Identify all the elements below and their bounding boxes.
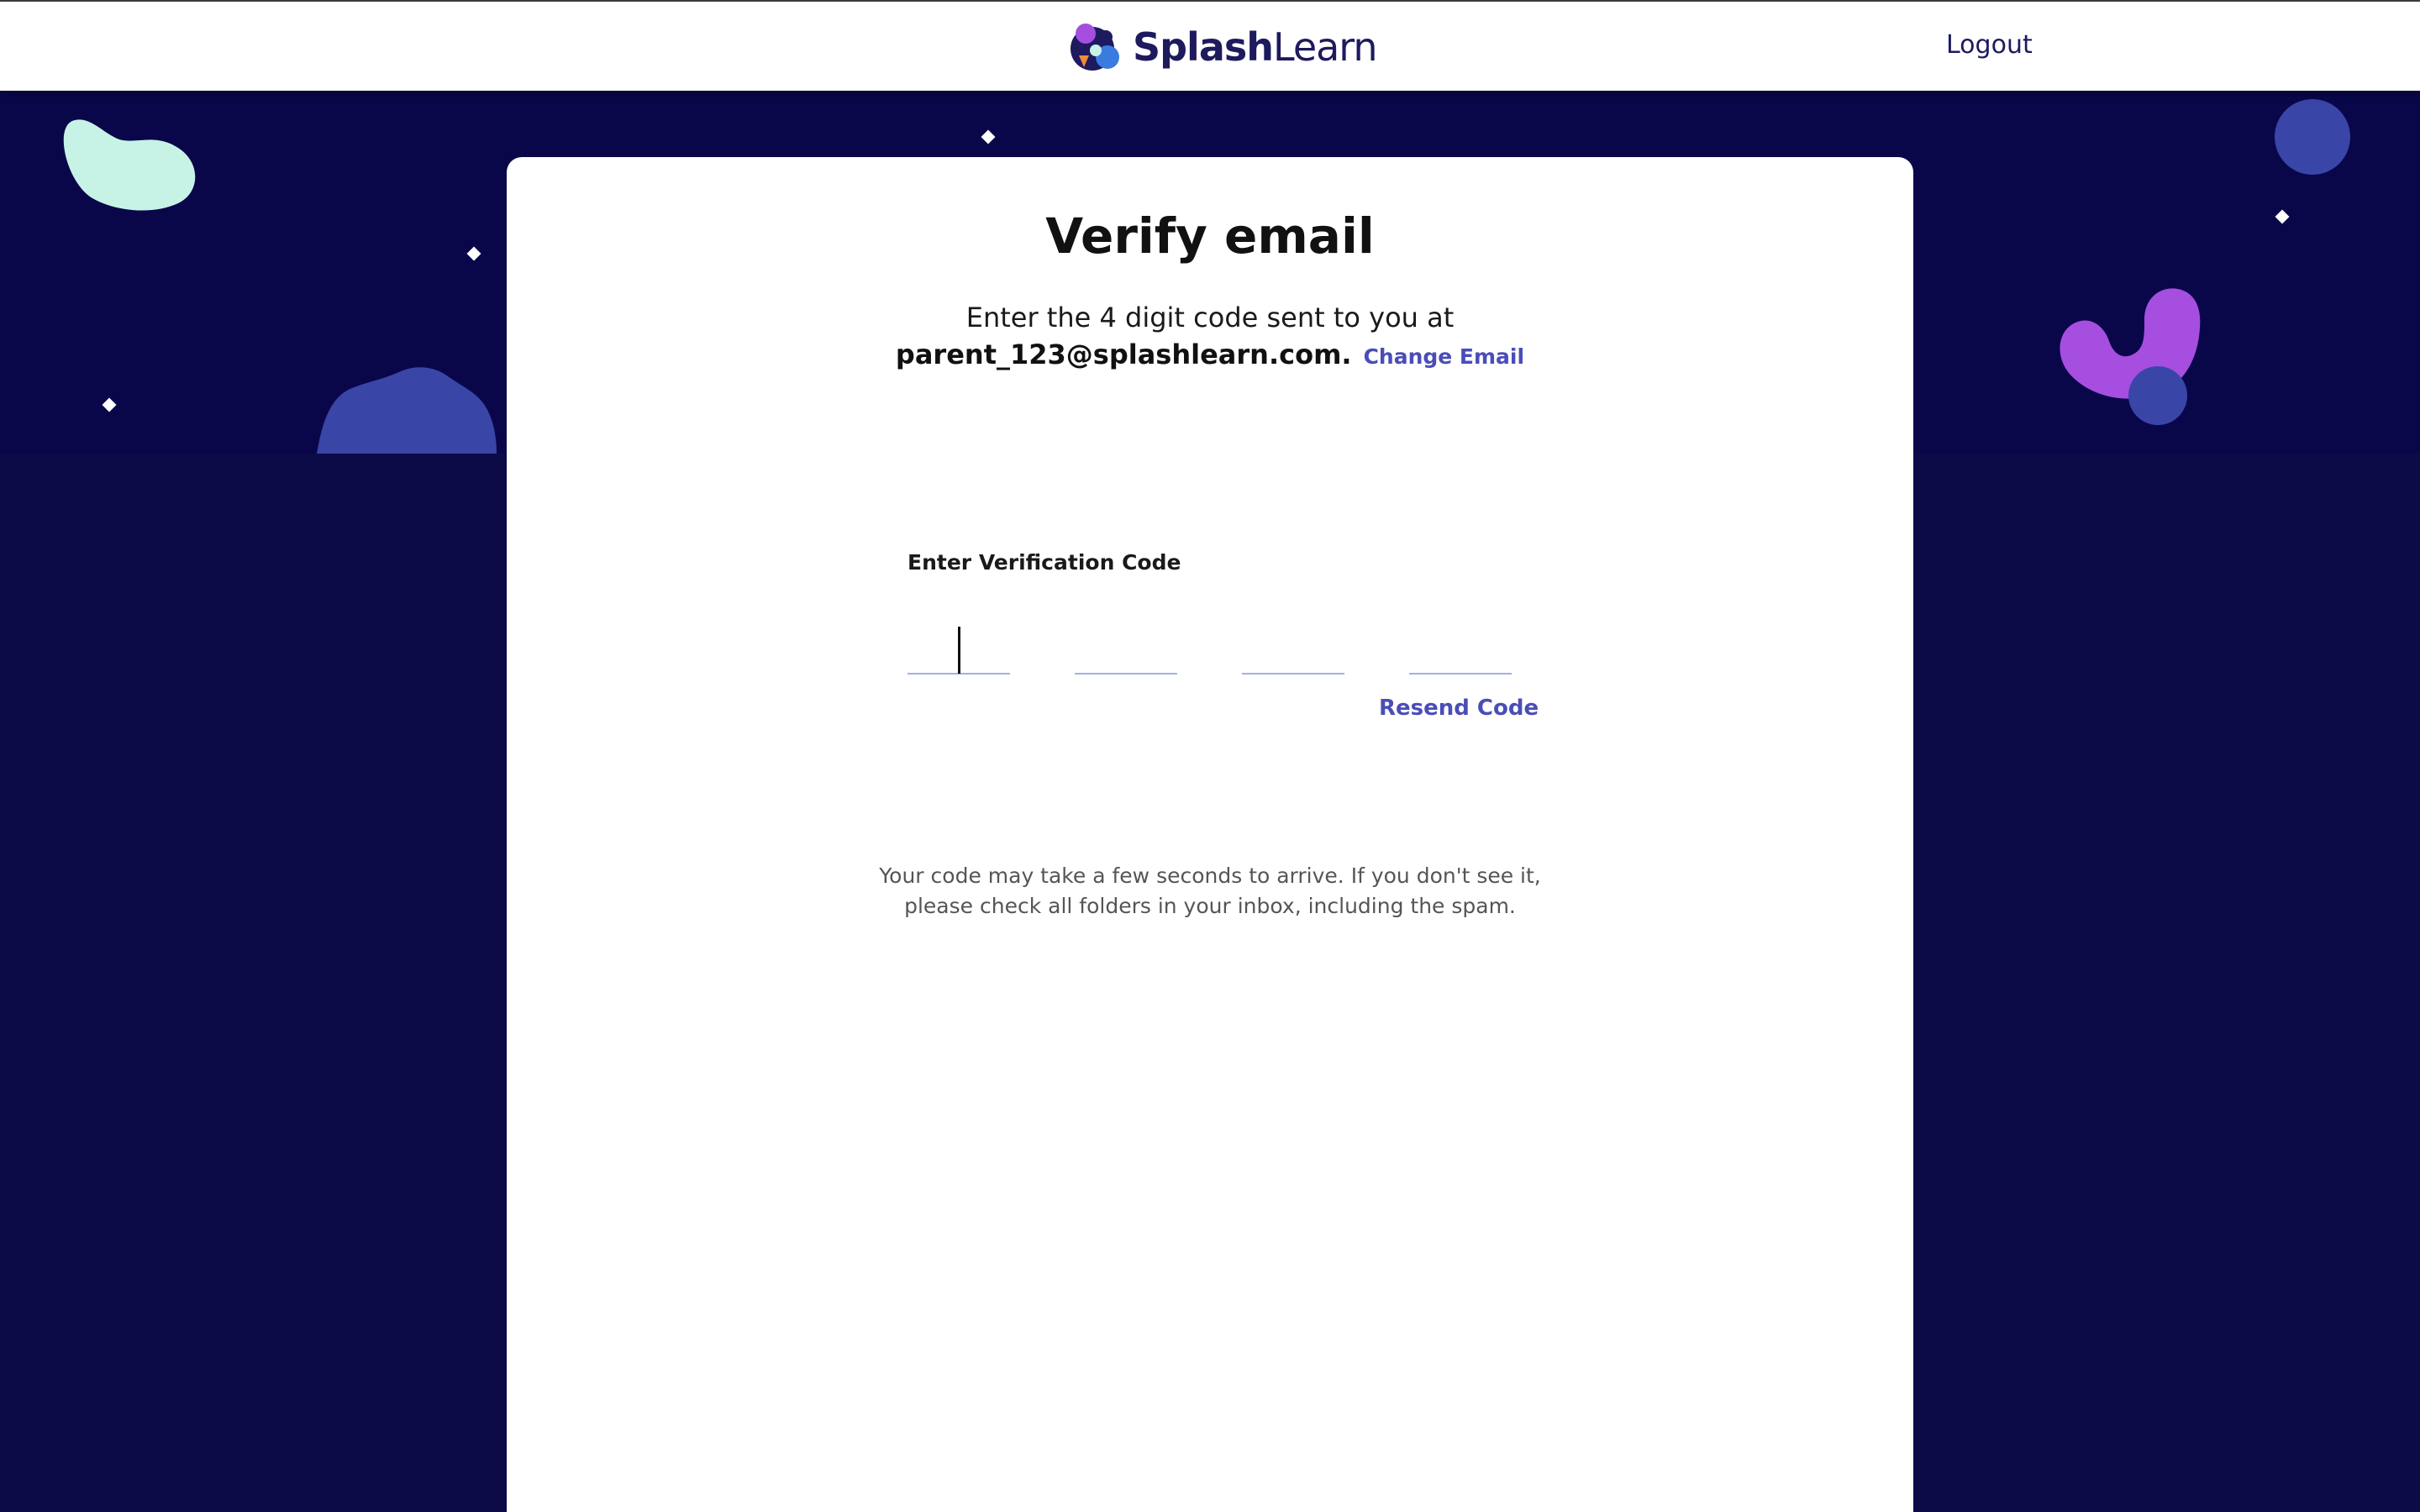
text-caret (958, 627, 960, 674)
blue-small-circle-decoration (2128, 366, 2187, 425)
blue-circle-decoration (2275, 99, 2350, 175)
instruction-text: Enter the 4 digit code sent to you at (965, 302, 1455, 333)
verification-code-label: Enter Verification Code (908, 550, 1181, 575)
code-digit-2-input[interactable] (1075, 614, 1177, 675)
email-address: parent_123@splashlearn.com. (895, 339, 1352, 370)
mint-blob-decoration (63, 119, 196, 211)
code-digit-4-input[interactable] (1409, 614, 1512, 675)
logo-text-light: Learn (1273, 24, 1378, 70)
logo-mark-icon (1071, 24, 1119, 71)
page-title: Verify email (1045, 207, 1375, 265)
logo-text-bold: Splash (1133, 24, 1274, 70)
change-email-link[interactable]: Change Email (1364, 344, 1525, 369)
email-line: parent_123@splashlearn.com. Change Email (507, 339, 1913, 370)
help-text: Your code may take a few seconds to arri… (879, 864, 1541, 918)
page: SplashLearn Logout Verify email Enter th… (0, 0, 2420, 1512)
code-digit-3-input[interactable] (1242, 614, 1344, 675)
logout-button[interactable]: Logout (1946, 30, 2033, 60)
resend-code-link[interactable]: Resend Code (1379, 696, 1539, 721)
blue-mound-decoration (317, 367, 497, 454)
splashlearn-logo[interactable]: SplashLearn (1067, 18, 1378, 76)
logo-text: SplashLearn (1133, 28, 1378, 66)
verify-email-card: Verify email Enter the 4 digit code sent… (507, 157, 1913, 1512)
top-header: SplashLearn Logout (0, 0, 2420, 91)
